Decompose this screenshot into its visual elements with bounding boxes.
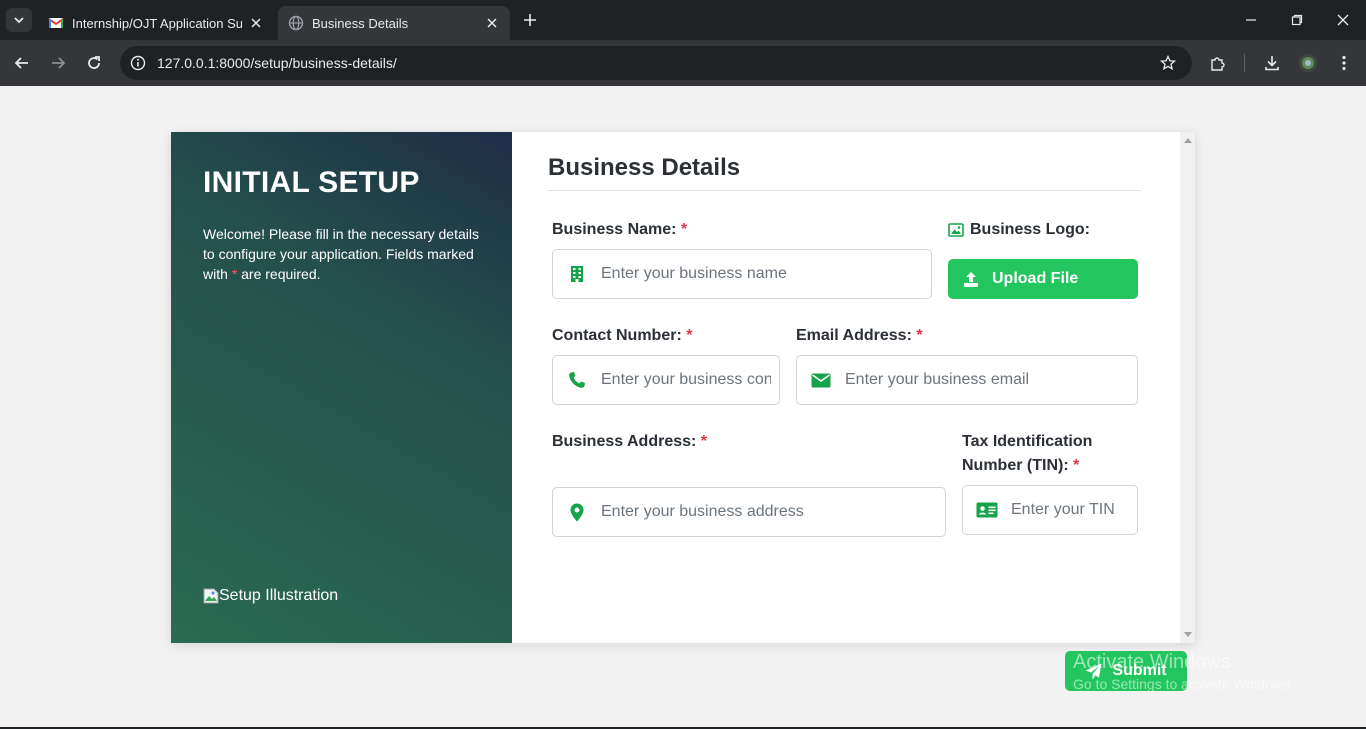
business-address-label: Business Address: * [552, 430, 707, 454]
tab-title: Business Details [312, 15, 409, 31]
tab-search-button[interactable] [6, 8, 32, 32]
close-icon [1337, 14, 1349, 26]
sidebar-welcome-text: Welcome! Please fill in the necessary de… [203, 224, 483, 284]
new-tab-button[interactable] [520, 10, 540, 30]
windows-activation-watermark: Activate Windows Go to Settings to activ… [1073, 651, 1294, 692]
plus-icon [524, 14, 536, 26]
form-panel: Business Details Business Name: * Busine… [512, 132, 1195, 643]
label-text: Business Name: [552, 221, 677, 238]
label-text: Business Logo: [970, 221, 1091, 238]
close-icon[interactable] [484, 15, 500, 31]
upload-button-label: Upload File [992, 270, 1079, 287]
bookmark-star-icon[interactable] [1158, 53, 1178, 73]
image-icon [948, 223, 964, 237]
required-mark: * [916, 327, 923, 344]
toolbar-separator [1244, 54, 1245, 72]
required-mark: * [686, 327, 693, 344]
required-mark: * [1073, 457, 1080, 474]
page-viewport: INITIAL SETUP Welcome! Please fill in th… [0, 86, 1366, 729]
contact-number-field[interactable] [552, 355, 780, 405]
back-button[interactable] [10, 51, 34, 75]
browser-toolbar: 127.0.0.1:8000/setup/business-details/ [0, 40, 1366, 86]
envelope-icon [797, 373, 845, 388]
close-icon[interactable] [248, 15, 264, 31]
setup-illustration: Setup Illustration [203, 587, 338, 605]
building-icon [553, 265, 601, 283]
upload-icon [962, 270, 980, 288]
business-address-field[interactable] [552, 487, 946, 537]
email-field[interactable] [796, 355, 1138, 405]
upload-file-button[interactable]: Upload File [948, 259, 1138, 299]
business-name-label: Business Name: * [552, 218, 687, 242]
restore-button[interactable] [1285, 8, 1309, 32]
window-close-button[interactable] [1331, 8, 1355, 32]
reload-icon [88, 56, 100, 69]
extensions-button[interactable] [1206, 51, 1230, 75]
email-input[interactable] [845, 371, 1137, 389]
setup-sidebar: INITIAL SETUP Welcome! Please fill in th… [171, 132, 512, 643]
business-address-input[interactable] [601, 503, 945, 521]
tin-input[interactable] [1011, 501, 1137, 519]
avatar-icon [1299, 54, 1317, 72]
contact-number-input[interactable] [601, 371, 779, 389]
site-info-icon[interactable] [128, 53, 148, 73]
label-text: Business Address: [552, 433, 697, 450]
arrow-right-icon [52, 57, 66, 69]
email-label: Email Address: * [796, 324, 923, 348]
reload-button[interactable] [82, 51, 106, 75]
url-text: 127.0.0.1:8000/setup/business-details/ [157, 55, 397, 71]
tin-field[interactable] [962, 485, 1138, 535]
label-text: Number (TIN): [962, 457, 1069, 474]
phone-icon [553, 371, 601, 389]
form-scrollbar[interactable] [1180, 132, 1195, 643]
watermark-title: Activate Windows [1073, 651, 1231, 673]
welcome-text-end: are required. [241, 266, 321, 282]
globe-icon [288, 15, 304, 31]
sidebar-heading: INITIAL SETUP [203, 166, 420, 199]
download-icon [1265, 56, 1279, 71]
address-bar[interactable]: 127.0.0.1:8000/setup/business-details/ [120, 46, 1192, 80]
tab-business-details[interactable]: Business Details [278, 6, 510, 40]
business-name-field[interactable] [552, 249, 932, 299]
scroll-down-arrow-icon[interactable] [1184, 632, 1192, 637]
chevron-down-icon [14, 17, 24, 24]
restore-icon [1291, 14, 1303, 26]
illustration-alt-text: Setup Illustration [219, 587, 339, 604]
minimize-icon [1246, 19, 1256, 21]
broken-image-icon [203, 588, 219, 604]
tab-strip: Internship/OJT Application Sub Business … [0, 0, 1366, 40]
scroll-up-arrow-icon[interactable] [1184, 138, 1192, 143]
downloads-button[interactable] [1260, 51, 1284, 75]
puzzle-icon [1211, 57, 1225, 71]
required-mark: * [231, 266, 238, 282]
label-text-line2: Number (TIN): * [962, 454, 1092, 478]
forward-button[interactable] [46, 51, 70, 75]
business-logo-label: Business Logo: [948, 218, 1090, 242]
contact-number-label: Contact Number: * [552, 324, 692, 348]
more-vertical-icon [1342, 55, 1346, 71]
tab-internship[interactable]: Internship/OJT Application Sub [38, 6, 274, 40]
tin-label: Tax Identification Number (TIN): * [962, 430, 1092, 478]
profile-button[interactable] [1296, 51, 1320, 75]
form-title: Business Details [548, 154, 1141, 191]
required-mark: * [680, 221, 688, 238]
arrow-left-icon [14, 57, 28, 69]
id-card-icon [963, 502, 1011, 518]
gmail-icon [48, 18, 64, 28]
label-text: Contact Number: [552, 327, 682, 344]
browser-menu-button[interactable] [1332, 51, 1356, 75]
minimize-button[interactable] [1239, 8, 1263, 32]
business-name-input[interactable] [601, 265, 931, 283]
tab-title: Internship/OJT Application Sub [72, 15, 242, 31]
label-text-line1: Tax Identification [962, 433, 1093, 450]
required-mark: * [700, 433, 708, 450]
setup-card: INITIAL SETUP Welcome! Please fill in th… [171, 132, 1195, 643]
watermark-subtitle: Go to Settings to activate Windows. [1073, 676, 1294, 692]
label-text: Email Address: [796, 327, 912, 344]
map-pin-icon [553, 503, 601, 522]
